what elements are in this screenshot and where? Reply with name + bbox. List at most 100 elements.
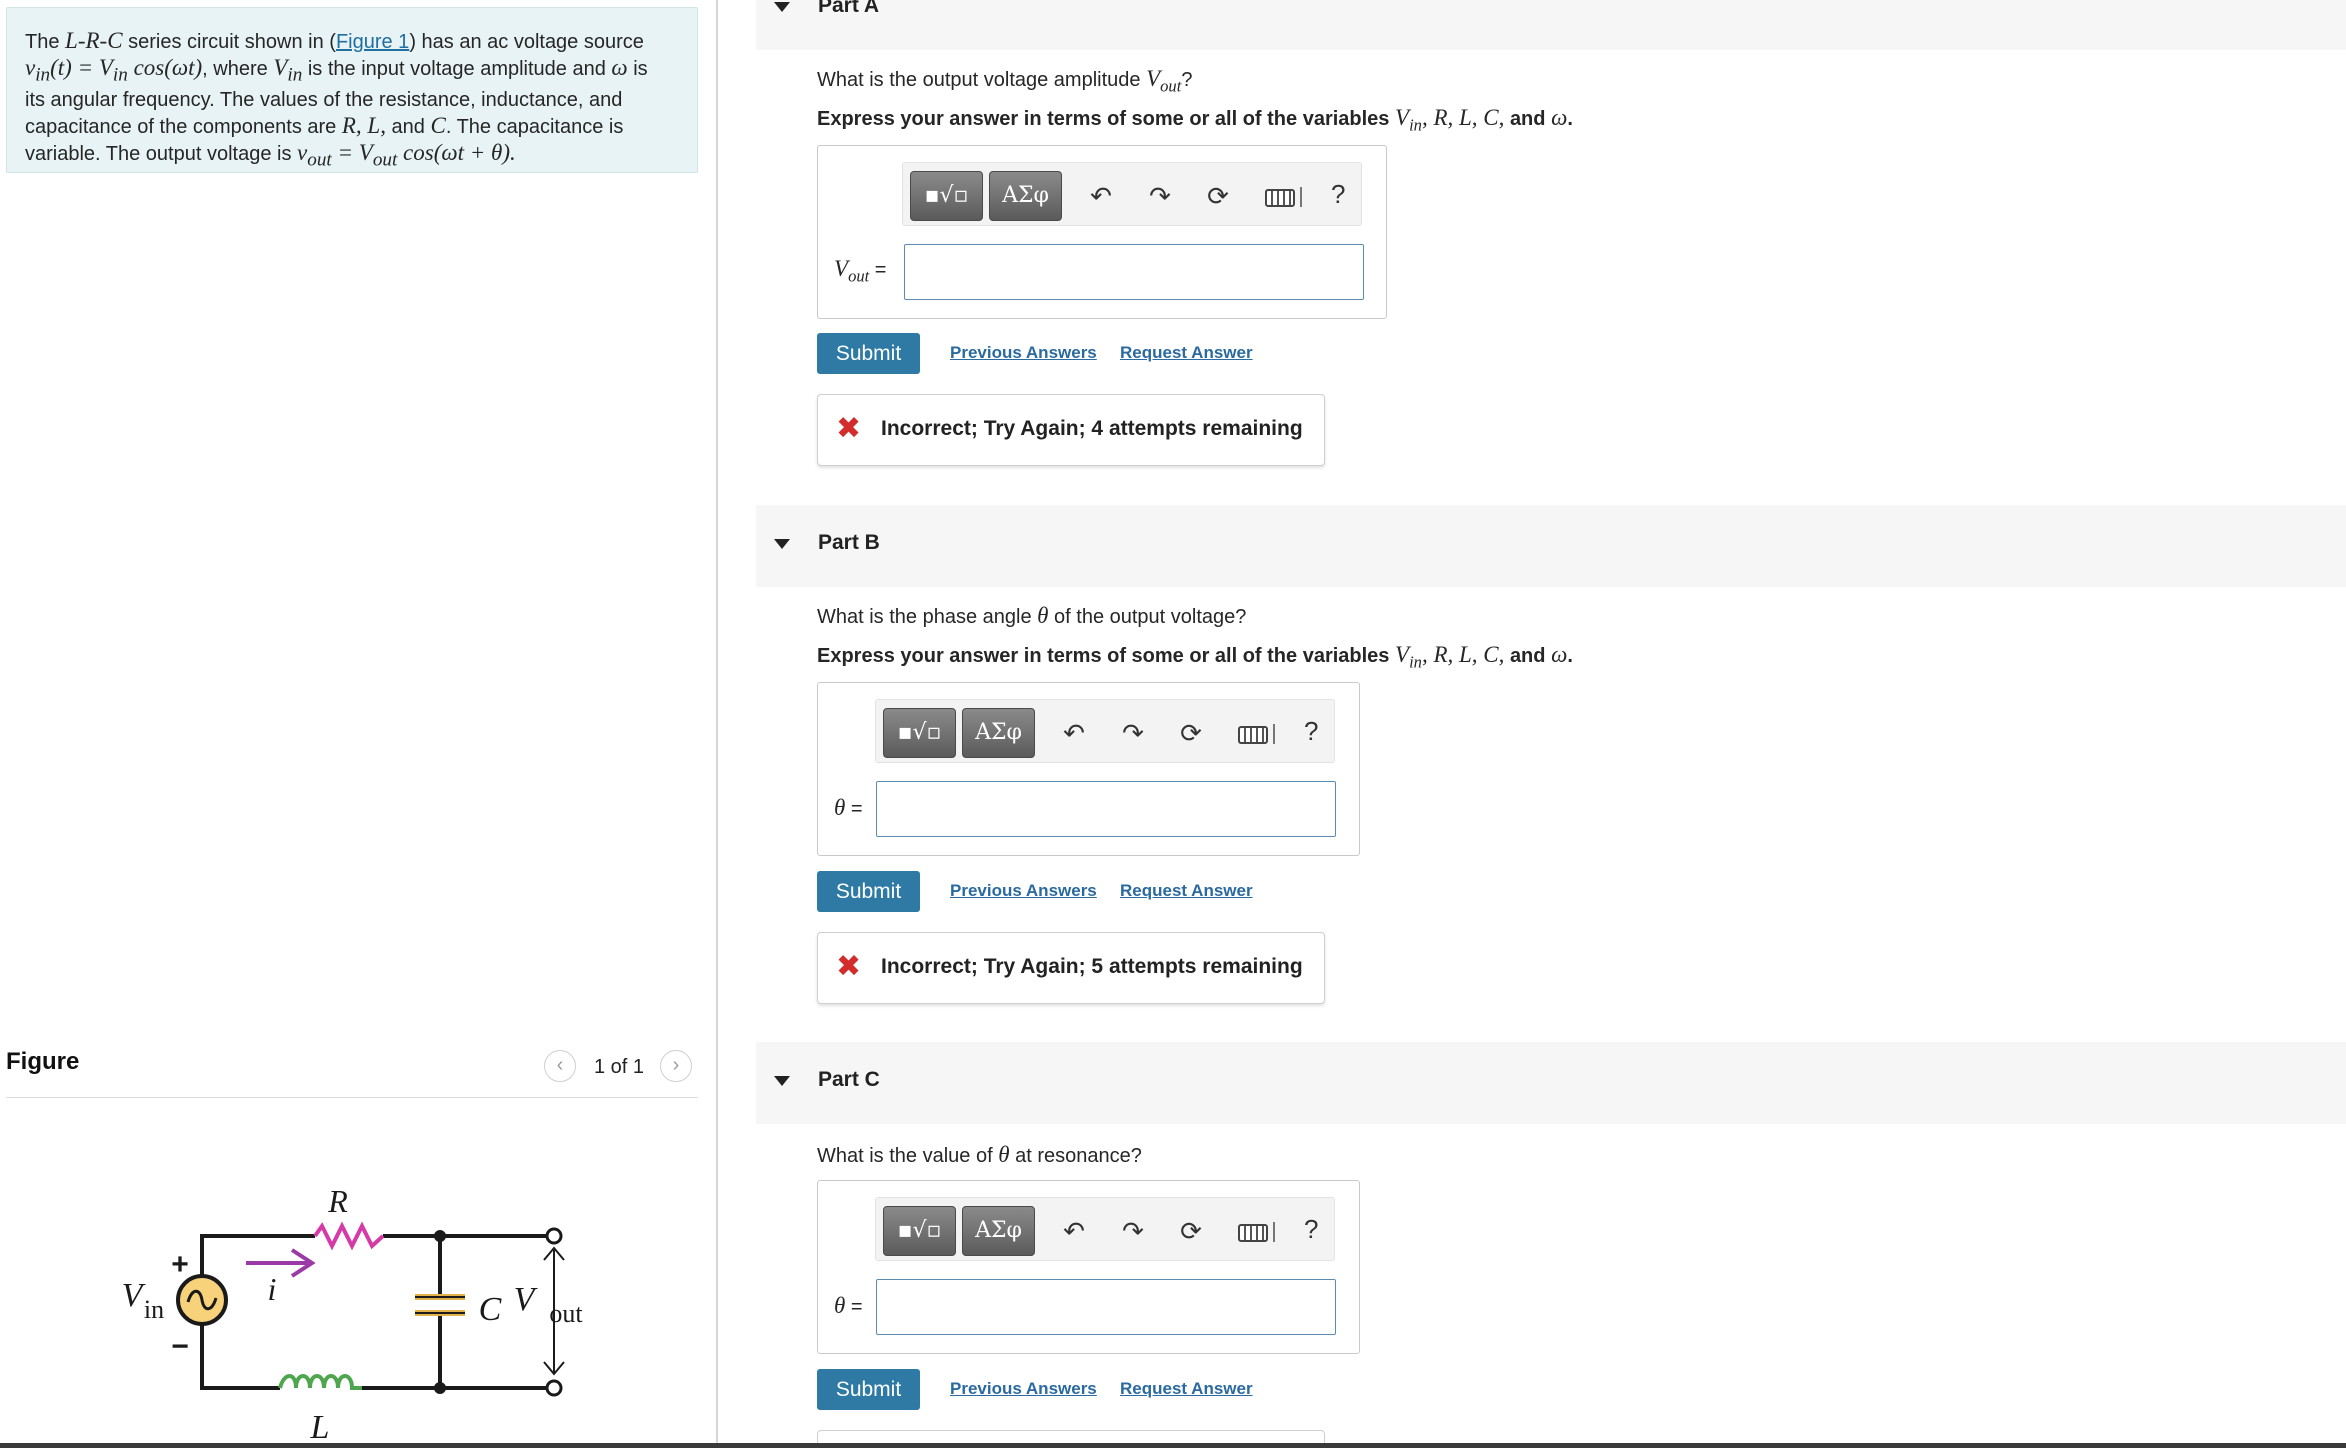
- help-button[interactable]: ?: [1304, 716, 1318, 747]
- reset-icon[interactable]: ⟳: [1203, 181, 1233, 211]
- part-b-answer-input[interactable]: [876, 781, 1336, 837]
- figure-link[interactable]: Figure 1: [336, 31, 409, 53]
- right-column: Part A What is the output voltage amplit…: [718, 0, 2346, 1448]
- redo-icon[interactable]: ↷: [1118, 1216, 1148, 1246]
- label-vout-v: V: [514, 1281, 539, 1318]
- intro-math-c: C: [430, 112, 446, 138]
- part-a-request-answer-link[interactable]: Request Answer: [1120, 343, 1253, 363]
- part-a-instruction: Express your answer in terms of some or …: [817, 105, 1573, 135]
- undo-icon[interactable]: ↶: [1086, 181, 1116, 211]
- part-a-header[interactable]: Part A: [756, 0, 2346, 50]
- redo-icon[interactable]: ↷: [1118, 718, 1148, 748]
- intro-text: variable. The output voltage is: [25, 142, 292, 165]
- part-a-variable-label: Vout =: [834, 256, 887, 286]
- label-vin-v: V: [122, 1277, 147, 1314]
- undo-icon[interactable]: ↶: [1059, 718, 1089, 748]
- part-c-answer-box: ▪√▫ ΑΣφ ↶ ↷ ⟳ ? θ =: [817, 1180, 1360, 1354]
- intro-math-lrc: L-R-C: [65, 28, 123, 53]
- chevron-left-icon[interactable]: ‹: [544, 1050, 576, 1082]
- intro-text: , where: [202, 58, 268, 80]
- left-column: The L-R-C series circuit shown in (Figur…: [0, 0, 717, 1448]
- intro-text: . The capacitance is: [445, 115, 624, 138]
- help-button[interactable]: ?: [1304, 1214, 1318, 1245]
- intro-text: is the input voltage amplitude and: [307, 58, 606, 80]
- reset-icon[interactable]: ⟳: [1176, 718, 1206, 748]
- intro-math-vout: vout = Vout cos(ωt + θ).: [297, 139, 516, 171]
- intro-math-vin: vin(t) = Vin cos(ωt): [25, 55, 203, 86]
- figure-header: Figure ‹ 1 of 1 ›: [6, 1042, 698, 1098]
- resistor: [313, 1221, 385, 1251]
- junction-bottom: [434, 1382, 446, 1394]
- part-b-question: What is the phase angle θ of the output …: [817, 603, 1247, 628]
- fraction-sqrt-template-icon[interactable]: ▪√▫: [883, 708, 956, 758]
- keyboard-icon[interactable]: [1238, 726, 1268, 744]
- intro-text: is: [633, 58, 648, 80]
- greek-symbols-button[interactable]: ΑΣφ: [989, 171, 1062, 221]
- fraction-sqrt-template-icon[interactable]: ▪√▫: [910, 171, 983, 221]
- toolbar-separator: [1273, 1222, 1275, 1242]
- intro-math-rl: R, L,: [341, 112, 386, 138]
- part-c-previous-answers-link[interactable]: Previous Answers: [950, 1379, 1097, 1399]
- label-vout-sub: out: [549, 1299, 583, 1328]
- figure-pager-count: 1 of 1: [594, 1056, 645, 1078]
- part-b-previous-answers-link[interactable]: Previous Answers: [950, 881, 1097, 901]
- label-vin-sub: in: [144, 1295, 164, 1324]
- label-r: R: [327, 1183, 348, 1219]
- part-a-previous-answers-link[interactable]: Previous Answers: [950, 343, 1097, 363]
- figure-title: Figure: [6, 1048, 80, 1075]
- keyboard-icon[interactable]: [1238, 1224, 1268, 1242]
- part-c-question: What is the value of θ at resonance?: [817, 1142, 1142, 1167]
- error-x-icon: ✖: [836, 950, 862, 983]
- undo-icon[interactable]: ↶: [1059, 1216, 1089, 1246]
- redo-icon[interactable]: ↷: [1145, 181, 1175, 211]
- part-a-feedback-text: Incorrect; Try Again; 4 attempts remaini…: [881, 417, 1303, 440]
- part-b-answer-box: ▪√▫ ΑΣφ ↶ ↷ ⟳ ? θ =: [817, 682, 1360, 856]
- part-a-question: What is the output voltage amplitude Vou…: [817, 66, 1193, 96]
- label-l: L: [310, 1409, 330, 1446]
- fraction-sqrt-template-icon[interactable]: ▪√▫: [883, 1206, 956, 1256]
- part-a-answer-input[interactable]: [904, 244, 1364, 300]
- part-c-submit-button[interactable]: Submit: [817, 1369, 920, 1410]
- part-b-variable-label: θ =: [834, 795, 863, 820]
- reset-icon[interactable]: ⟳: [1176, 1216, 1206, 1246]
- intro-math-vin-amp: Vin: [273, 55, 303, 86]
- terminal-bottom: [545, 1379, 563, 1397]
- greek-symbols-button[interactable]: ΑΣφ: [962, 1206, 1035, 1256]
- part-b-title: Part B: [818, 531, 880, 554]
- junction-top: [434, 1230, 446, 1242]
- current-arrow: [246, 1248, 316, 1278]
- intro-text: and: [391, 115, 425, 138]
- intro-text: The: [25, 31, 60, 53]
- label-c: C: [479, 1291, 502, 1328]
- window-bottom-edge: [0, 1443, 2346, 1448]
- intro-math-omega: ω: [611, 55, 628, 80]
- part-b-feedback-text: Incorrect; Try Again; 5 attempts remaini…: [881, 955, 1303, 978]
- part-b-instruction: Express your answer in terms of some or …: [817, 642, 1573, 672]
- part-a-submit-button[interactable]: Submit: [817, 333, 920, 374]
- help-button[interactable]: ?: [1331, 179, 1345, 210]
- part-b-request-answer-link[interactable]: Request Answer: [1120, 881, 1253, 901]
- label-minus: −: [171, 1330, 189, 1363]
- part-b-header[interactable]: Part B: [756, 505, 2346, 587]
- part-a-title: Part A: [818, 0, 880, 17]
- intro-text: series circuit shown in (: [128, 31, 336, 53]
- greek-symbols-button[interactable]: ΑΣφ: [962, 708, 1035, 758]
- terminal-top: [545, 1227, 563, 1245]
- part-c-header[interactable]: Part C: [756, 1042, 2346, 1124]
- part-c-request-answer-link[interactable]: Request Answer: [1120, 1379, 1253, 1399]
- part-c-answer-input[interactable]: [876, 1279, 1336, 1335]
- part-b-math-toolbar: ▪√▫ ΑΣφ ↶ ↷ ⟳ ?: [875, 699, 1335, 763]
- intro-text: its angular frequency. The values of the…: [25, 88, 623, 111]
- intro-text: ) has an ac voltage source: [409, 31, 644, 53]
- part-b-feedback: ✖ Incorrect; Try Again; 5 attempts remai…: [817, 932, 1325, 1004]
- label-i: i: [268, 1271, 277, 1307]
- caret-down-icon: [774, 539, 790, 549]
- inductor: [278, 1374, 362, 1390]
- part-a-feedback: ✖ Incorrect; Try Again; 4 attempts remai…: [817, 394, 1325, 466]
- chevron-right-icon[interactable]: ›: [660, 1050, 692, 1082]
- keyboard-icon[interactable]: [1265, 189, 1295, 207]
- intro-text: capacitance of the components are: [25, 115, 337, 138]
- part-c-math-toolbar: ▪√▫ ΑΣφ ↶ ↷ ⟳ ?: [875, 1197, 1335, 1261]
- circuit-diagram: R i C L V out + − V in: [122, 1183, 584, 1446]
- part-b-submit-button[interactable]: Submit: [817, 871, 920, 912]
